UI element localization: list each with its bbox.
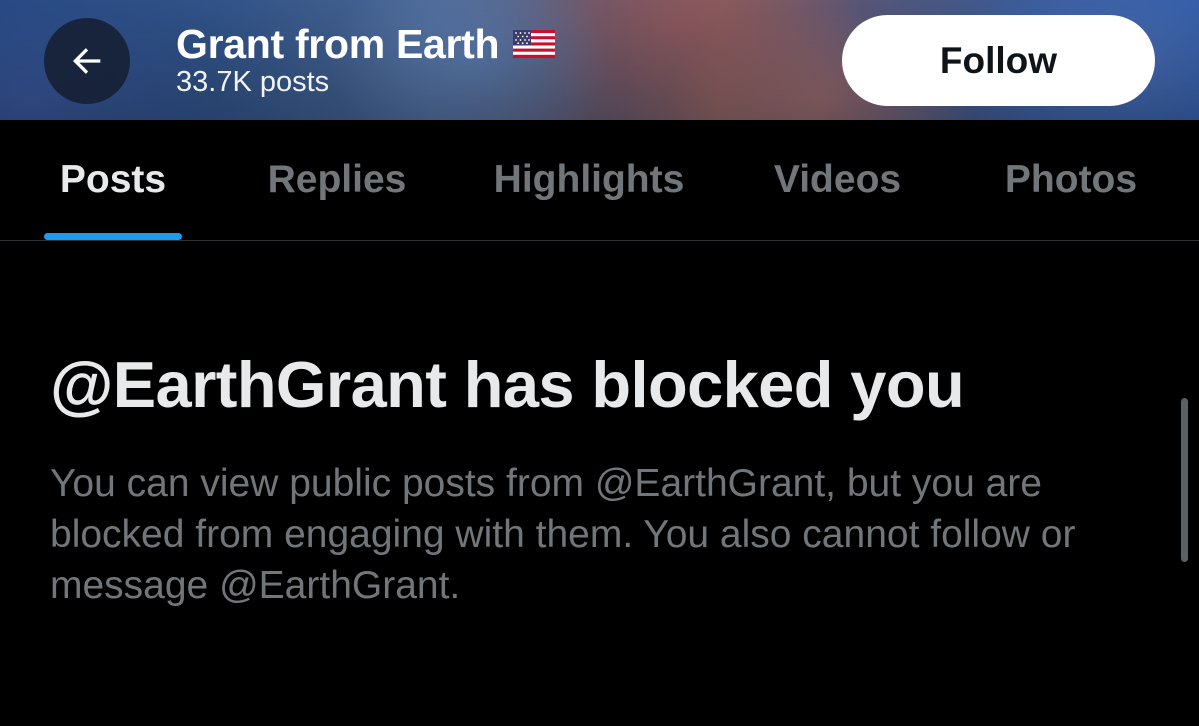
tab-label: Videos [773, 158, 902, 201]
tab-label: Replies [267, 158, 407, 201]
blocked-title: @EarthGrant has blocked you [50, 348, 965, 421]
profile-title-block: Grant from Earth 33.7K posts [176, 20, 556, 98]
tab-label: Highlights [493, 158, 685, 201]
blocked-description: You can view public posts from @EarthGra… [50, 462, 1076, 607]
active-tab-indicator [44, 233, 182, 240]
back-button[interactable] [44, 18, 130, 104]
us-flag-icon [513, 30, 556, 58]
posts-count: 33.7K posts [176, 66, 330, 98]
tab-photos[interactable]: Photos [990, 120, 1152, 240]
tab-label: Posts [59, 158, 167, 201]
tab-replies[interactable]: Replies [246, 120, 428, 240]
tab-videos[interactable]: Videos [755, 120, 920, 240]
scrollbar[interactable] [1181, 398, 1188, 562]
tab-posts[interactable]: Posts [44, 120, 182, 240]
follow-button[interactable]: Follow [842, 15, 1155, 106]
profile-name: Grant from Earth [176, 21, 500, 67]
profile-tabs: Posts Replies Highlights Videos Photos [0, 120, 1199, 241]
profile-header: Grant from Earth 33.7K posts Follow [0, 0, 1199, 120]
profile-screen: Grant from Earth 33.7K posts Follow Post… [0, 0, 1199, 726]
tab-highlights[interactable]: Highlights [474, 120, 704, 240]
tab-label: Photos [1004, 158, 1138, 201]
arrow-left-icon [73, 48, 101, 74]
